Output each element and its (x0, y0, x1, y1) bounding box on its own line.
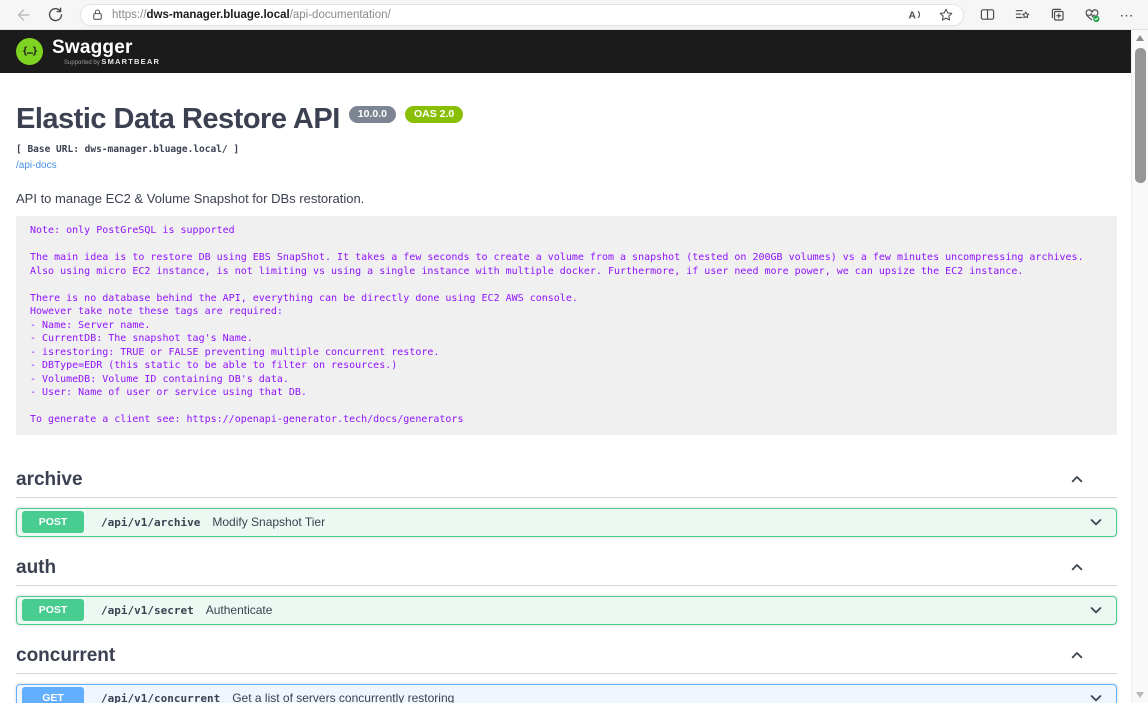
more-menu-icon[interactable]: ⋯ (1116, 4, 1138, 26)
split-screen-icon[interactable] (976, 4, 998, 26)
section-concurrent: concurrent GET /api/v1/concurrent Get a … (16, 645, 1117, 704)
swagger-sponsor-line: Supported by SMARTBEAR (52, 58, 160, 66)
swagger-page: {…} Swagger Supported by SMARTBEAR Elast… (0, 30, 1131, 703)
operation-summary: Modify Snapshot Tier (212, 515, 325, 529)
toolbar-right-icons: ⋯ (976, 4, 1138, 26)
swagger-topbar: {…} Swagger Supported by SMARTBEAR (0, 30, 1131, 73)
add-favorite-star-icon[interactable] (935, 4, 957, 26)
chevron-down-icon[interactable] (1088, 602, 1104, 618)
opblock-get-concurrent[interactable]: GET /api/v1/concurrent Get a list of ser… (16, 684, 1117, 704)
api-info-section: Elastic Data Restore API 10.0.0 OAS 2.0 … (0, 73, 1131, 435)
opblock-post-archive[interactable]: POST /api/v1/archive Modify Snapshot Tie… (16, 508, 1117, 537)
base-url-label: [ Base URL: dws-manager.bluage.local/ ] (16, 144, 1117, 155)
url-scheme: https:// (112, 9, 147, 21)
page-scrollbar[interactable] (1131, 30, 1148, 703)
url-path: /api-documentation/ (290, 9, 391, 21)
operation-summary: Get a list of servers concurrently resto… (232, 691, 454, 703)
scrollbar-down-arrow-icon[interactable] (1136, 692, 1144, 698)
section-title: archive (16, 469, 83, 491)
chevron-up-icon[interactable] (1069, 471, 1085, 487)
operation-path: /api/v1/archive (101, 516, 200, 529)
browser-essentials-icon[interactable] (1081, 4, 1103, 26)
scrollbar-up-arrow-icon[interactable] (1136, 35, 1144, 41)
back-icon[interactable] (12, 4, 34, 26)
url-text: https://dws-manager.bluage.local/api-doc… (112, 9, 903, 21)
refresh-icon[interactable] (44, 4, 66, 26)
chevron-down-icon[interactable] (1088, 690, 1104, 703)
read-aloud-glyph: A (908, 10, 916, 21)
swagger-brand: Swagger Supported by SMARTBEAR (52, 38, 160, 66)
section-auth: auth POST /api/v1/secret Authenticate (16, 557, 1117, 625)
swagger-logo-icon: {…} (16, 38, 43, 65)
section-header-archive[interactable]: archive (16, 469, 1117, 498)
method-badge: POST (22, 511, 84, 533)
oas-badge: OAS 2.0 (405, 106, 463, 123)
api-description-block: Note: only PostGreSQL is supported The m… (16, 216, 1117, 435)
chevron-down-icon[interactable] (1088, 514, 1104, 530)
section-header-auth[interactable]: auth (16, 557, 1117, 586)
refresh-glyph (47, 6, 64, 23)
method-badge: GET (22, 687, 84, 703)
read-aloud-icon[interactable]: A (903, 4, 925, 26)
more-menu-glyph: ⋯ (1120, 10, 1135, 20)
spec-link[interactable]: /api-docs (16, 160, 57, 171)
chevron-up-icon[interactable] (1069, 559, 1085, 575)
section-title: auth (16, 557, 56, 579)
section-archive: archive POST /api/v1/archive Modify Snap… (16, 469, 1117, 537)
operation-path: /api/v1/secret (101, 604, 194, 617)
supported-by-label: Supported by (64, 60, 100, 66)
browser-toolbar: https://dws-manager.bluage.local/api-doc… (0, 0, 1148, 30)
page-title: Elastic Data Restore API (16, 103, 340, 135)
browser-viewport: {…} Swagger Supported by SMARTBEAR Elast… (0, 30, 1148, 703)
version-badge: 10.0.0 (349, 106, 396, 123)
url-host: dws-manager.bluage.local (147, 9, 290, 21)
scrollbar-thumb[interactable] (1135, 48, 1146, 183)
api-tagline: API to manage EC2 & Volume Snapshot for … (16, 191, 1117, 206)
method-badge: POST (22, 599, 84, 621)
address-bar[interactable]: https://dws-manager.bluage.local/api-doc… (80, 4, 964, 26)
favorites-icon[interactable] (1011, 4, 1033, 26)
opblock-post-secret[interactable]: POST /api/v1/secret Authenticate (16, 596, 1117, 625)
section-header-concurrent[interactable]: concurrent (16, 645, 1117, 674)
collections-icon[interactable] (1046, 4, 1068, 26)
section-title: concurrent (16, 645, 115, 667)
sponsor-name: SMARTBEAR (101, 57, 160, 66)
site-security-lock-icon[interactable] (90, 7, 105, 22)
swagger-brand-name: Swagger (52, 37, 133, 58)
chevron-up-icon[interactable] (1069, 647, 1085, 663)
operation-summary: Authenticate (206, 603, 273, 617)
operation-path: /api/v1/concurrent (101, 692, 220, 704)
operations-list: archive POST /api/v1/archive Modify Snap… (0, 435, 1131, 704)
back-arrow-glyph (14, 6, 32, 24)
